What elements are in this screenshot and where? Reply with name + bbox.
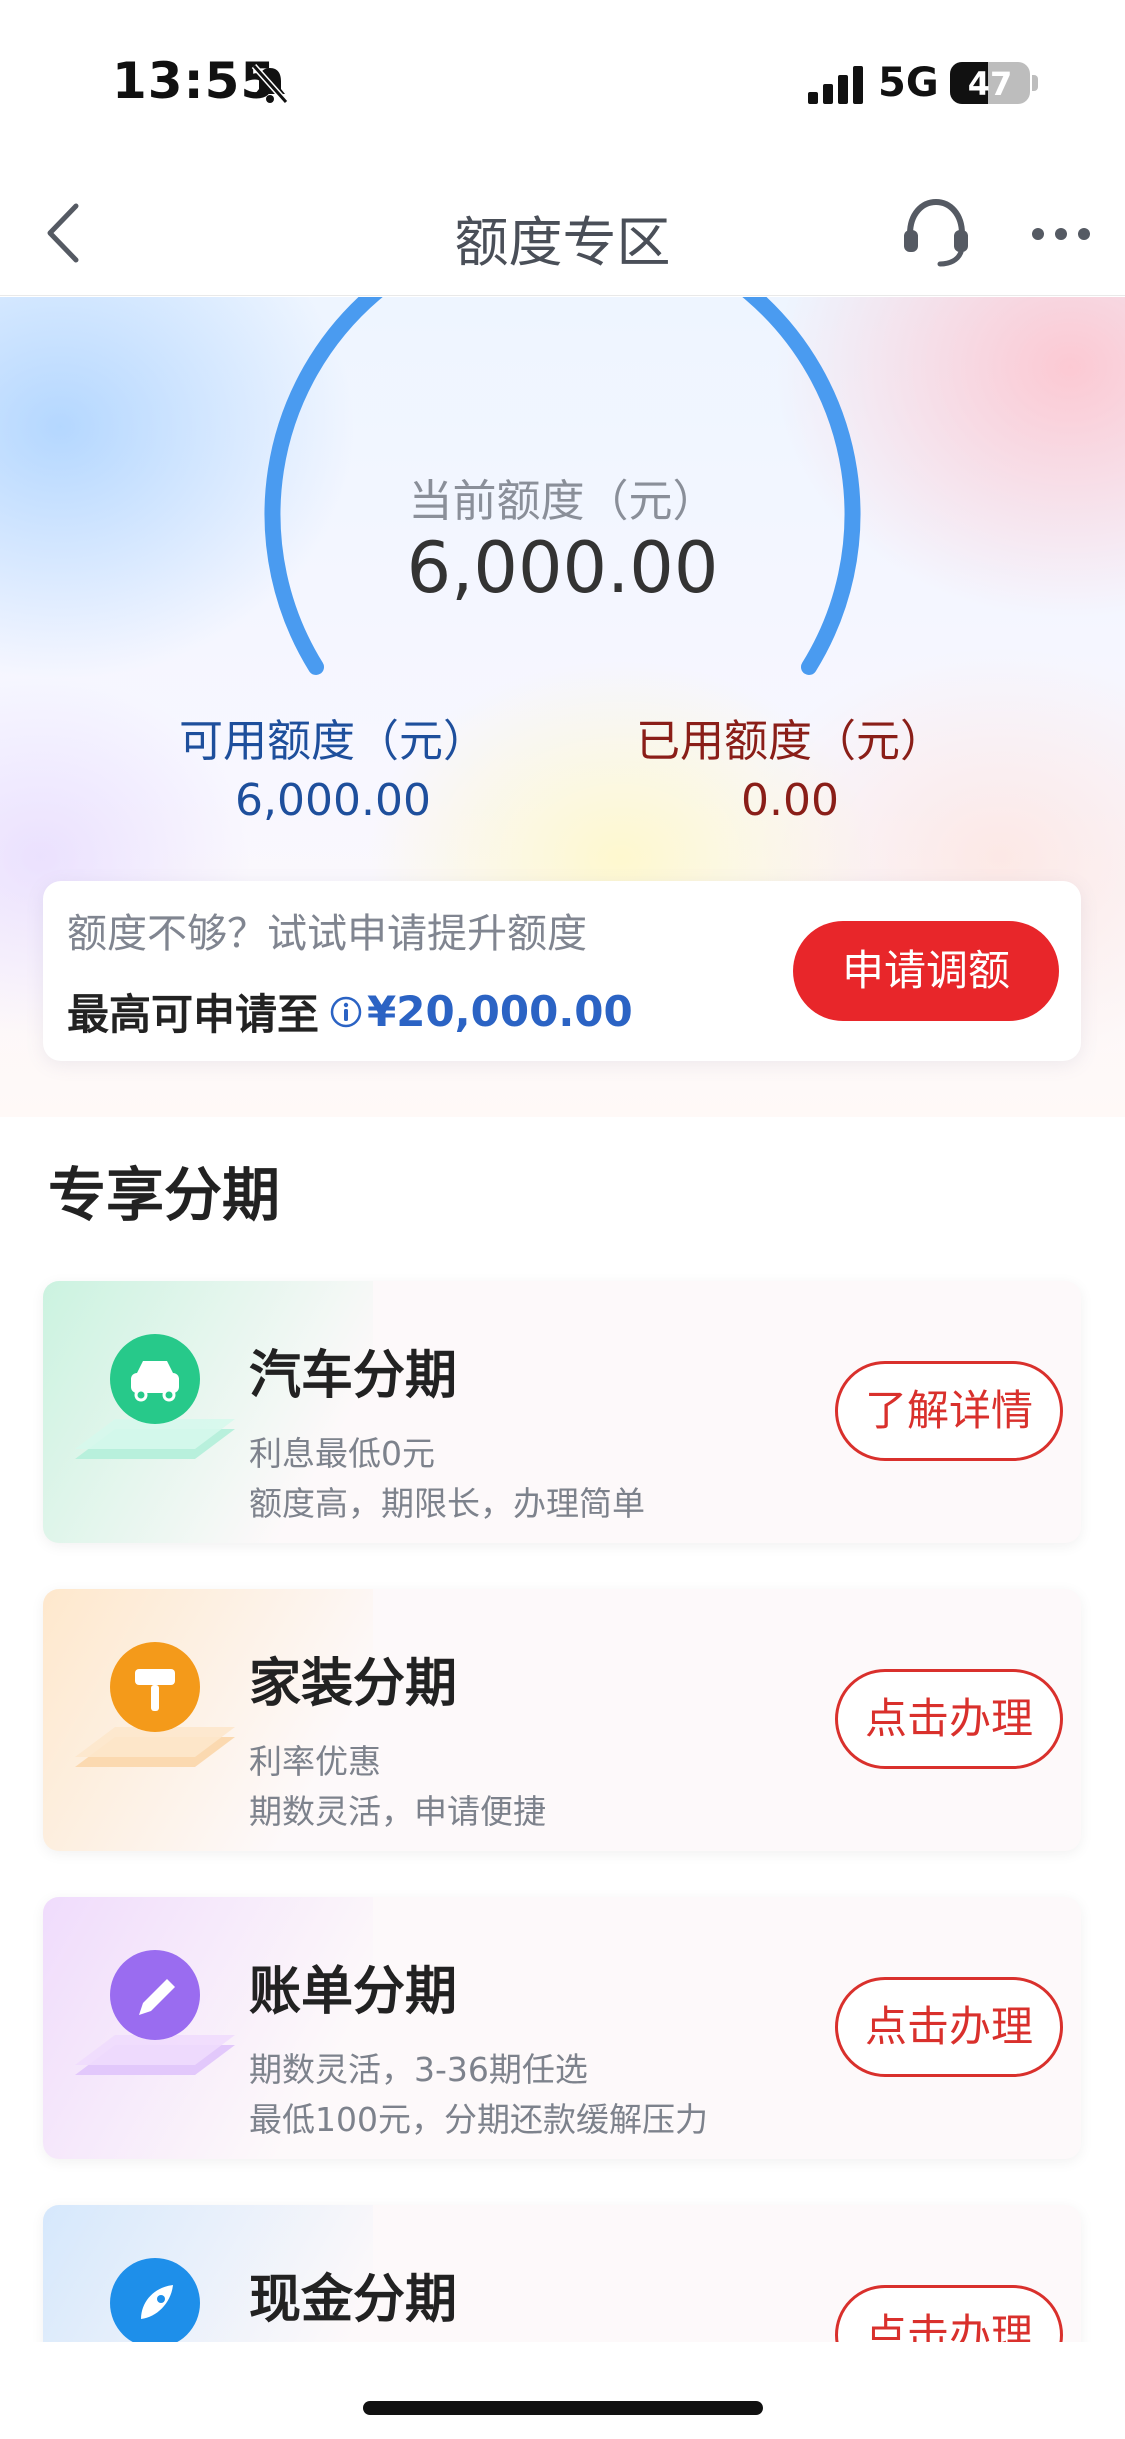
raise-max-label: 最高可申请至	[67, 990, 320, 1039]
plan-card-car[interactable]: 汽车分期 利息最低0元 额度高，期限长，办理简单 了解详情	[43, 1281, 1081, 1543]
plan-desc-1: 利息最低0元	[249, 1434, 435, 1473]
current-limit-label: 当前额度（元）	[408, 476, 717, 527]
bell-muted-icon	[251, 64, 289, 104]
nav-bar: 额度专区	[0, 170, 1125, 296]
plan-title: 现金分期	[249, 2270, 458, 2330]
plan-desc-2: 最低100元，分期还款缓解压力	[249, 2100, 708, 2139]
battery-tip	[1032, 75, 1038, 91]
apply-button[interactable]: 点击办理	[835, 1669, 1063, 1769]
network-type: 5G	[878, 60, 939, 106]
used-limit-value: 0.00	[741, 775, 839, 826]
available-limit-label: 可用额度（元）	[179, 716, 487, 767]
info-icon[interactable]	[329, 995, 363, 1029]
credit-summary: 当前额度（元） 6,000.00 可用额度（元） 6,000.00 已用额度（元…	[0, 297, 1125, 1117]
plan-card-home[interactable]: 家装分期 利率优惠 期数灵活，申请便捷 点击办理	[43, 1589, 1081, 1851]
status-bar: 13:55 5G 47	[0, 0, 1125, 170]
signal-icon	[808, 66, 863, 104]
plan-desc-2: 期数灵活，申请便捷	[249, 1792, 546, 1831]
apply-raise-button[interactable]: 申请调额	[793, 921, 1059, 1021]
used-limit: 已用额度（元） 0.00	[590, 705, 990, 826]
available-limit: 可用额度（元） 6,000.00	[133, 705, 533, 826]
plan-desc-2: 额度高，期限长，办理简单	[249, 1484, 645, 1523]
section-title: 专享分期	[48, 1161, 281, 1229]
plan-title: 汽车分期	[249, 1346, 458, 1406]
home-indicator[interactable]	[363, 2401, 763, 2415]
raise-limit-hint: 额度不够？试试申请提升额度	[67, 911, 587, 957]
battery-level: 47	[967, 65, 1013, 103]
bottom-area	[0, 2342, 1125, 2439]
more-dots-icon[interactable]	[1030, 214, 1092, 254]
plan-desc-1: 期数灵活，3-36期任选	[249, 2050, 588, 2089]
raise-max-amount: ¥20,000.00	[367, 987, 633, 1036]
learn-more-button[interactable]: 了解详情	[835, 1361, 1063, 1461]
paint-roller-icon	[75, 1642, 235, 1767]
car-icon	[75, 1334, 235, 1459]
plan-desc-1: 利率优惠	[249, 1742, 381, 1781]
plan-title: 账单分期	[249, 1962, 458, 2022]
pencil-icon	[75, 1950, 235, 2075]
current-limit-value: 6,000.00	[406, 527, 719, 609]
battery-icon: 47	[950, 62, 1030, 104]
headset-icon[interactable]	[898, 194, 974, 270]
plan-title: 家装分期	[249, 1654, 458, 1714]
raise-limit-max: 最高可申请至 ¥20,000.00	[67, 981, 633, 1042]
plan-card-bill[interactable]: 账单分期 期数灵活，3-36期任选 最低100元，分期还款缓解压力 点击办理	[43, 1897, 1081, 2159]
raise-limit-card: 额度不够？试试申请提升额度 最高可申请至 ¥20,000.00 申请调额	[43, 881, 1081, 1061]
used-limit-label: 已用额度（元）	[636, 716, 944, 767]
apply-button[interactable]: 点击办理	[835, 1977, 1063, 2077]
available-limit-value: 6,000.00	[235, 775, 431, 826]
